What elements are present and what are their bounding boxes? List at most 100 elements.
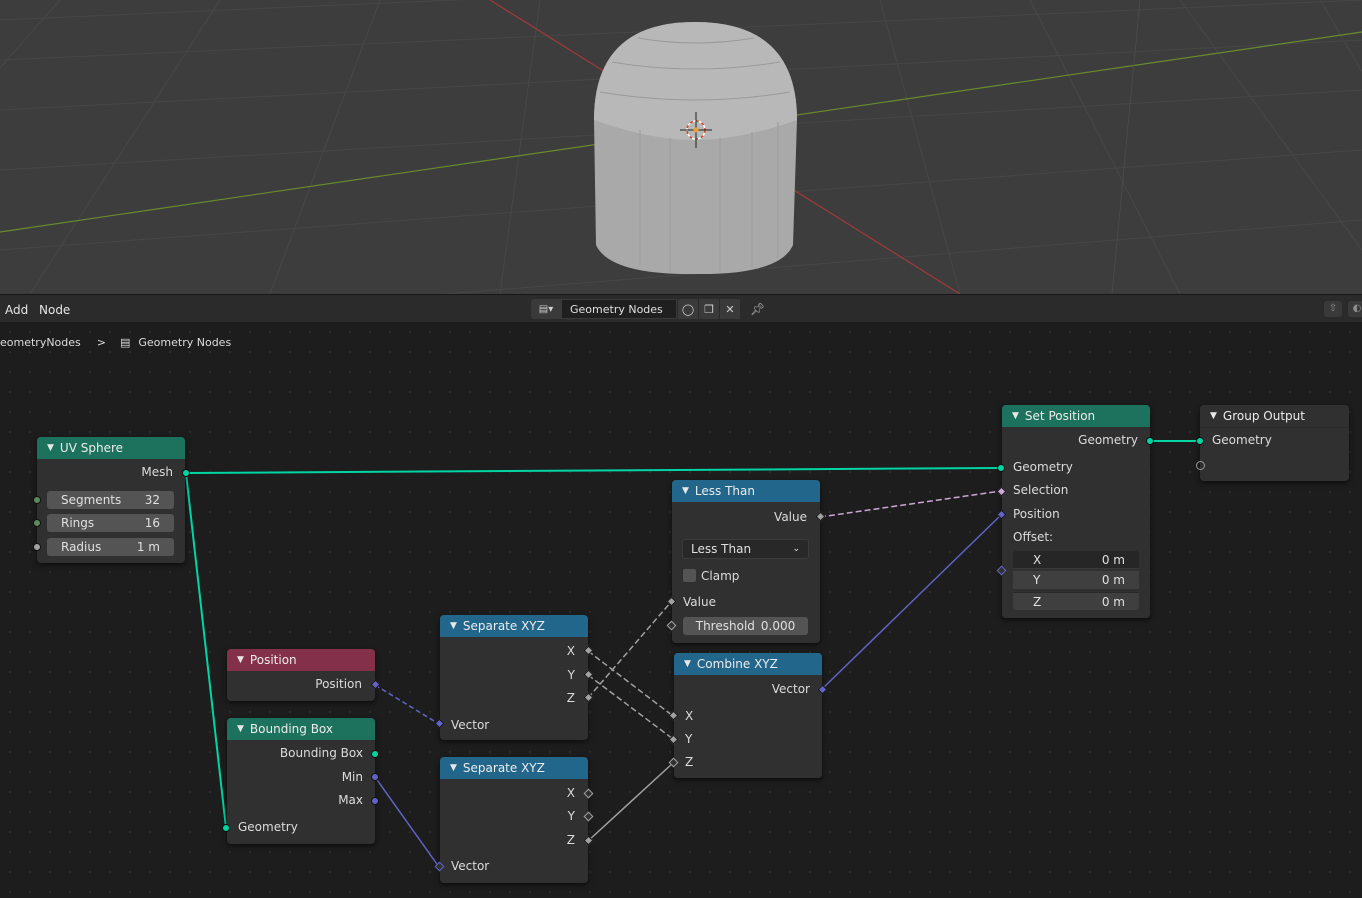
node-separate-xyz-2[interactable]: ▼ Separate XYZ X Y Z Vector (440, 757, 588, 883)
offset-y-label: Y (1033, 573, 1041, 587)
offset-x-field[interactable]: X 0 m (1013, 551, 1139, 569)
geometry-input-socket[interactable] (997, 464, 1005, 472)
node-header[interactable]: ▼ Separate XYZ (440, 615, 588, 637)
bounding-box-output-socket[interactable] (371, 750, 379, 758)
radius-label: Radius (61, 540, 102, 554)
geometry-input-socket[interactable] (222, 824, 230, 832)
geometry-output-label: Geometry (1078, 433, 1138, 447)
geometry-input-socket[interactable] (1196, 437, 1204, 445)
radius-value: 1 m (136, 540, 160, 554)
z-output-label: Z (566, 691, 575, 705)
radius-socket[interactable] (33, 543, 41, 551)
node-group-output[interactable]: ▼ Group Output Geometry (1200, 405, 1349, 481)
node-set-position[interactable]: ▼ Set Position Geometry Geometry Selectio… (1002, 405, 1150, 618)
duplicate-icon[interactable]: ❐ (698, 299, 719, 319)
geometry-input-label: Geometry (1013, 460, 1073, 474)
chevron-down-icon[interactable]: ▼ (237, 649, 244, 671)
rings-label: Rings (61, 516, 95, 530)
mesh-output-socket[interactable] (182, 469, 190, 477)
z-output-label: Z (566, 833, 575, 847)
node-header[interactable]: ▼ Set Position (1002, 405, 1150, 427)
operation-value: Less Than (691, 542, 752, 556)
y-output-label: Y (567, 809, 575, 823)
node-position[interactable]: ▼ Position Position (227, 649, 375, 701)
node-less-than[interactable]: ▼ Less Than Value Less Than ⌄ Clamp Value … (672, 480, 820, 643)
max-output-socket[interactable] (371, 797, 379, 805)
chevron-down-icon[interactable]: ▼ (237, 718, 244, 740)
max-output-label: Max (338, 793, 363, 807)
operation-dropdown[interactable]: Less Than ⌄ (682, 539, 809, 559)
threshold-field[interactable]: Threshold 0.000 (683, 617, 808, 635)
offset-z-value: 0 m (1101, 595, 1125, 609)
node-title: Group Output (1222, 409, 1305, 423)
overlay-icon[interactable]: ◐ (1348, 301, 1362, 317)
breadcrumb: eometryNodes > ▤ Geometry Nodes (0, 336, 231, 349)
node-title: Bounding Box (249, 722, 334, 736)
menu-node[interactable]: Node (39, 303, 70, 317)
breadcrumb-current[interactable]: Geometry Nodes (138, 336, 231, 349)
y-output-label: Y (567, 668, 575, 682)
chevron-down-icon[interactable]: ▼ (47, 437, 54, 459)
node-title: Set Position (1024, 409, 1096, 423)
menu-add[interactable]: Add (5, 303, 28, 317)
threshold-value: 0.000 (760, 619, 796, 633)
y-input-label: Y (685, 732, 693, 746)
chevron-down-icon[interactable]: ▼ (682, 480, 689, 502)
segments-socket[interactable] (33, 496, 41, 504)
segments-label: Segments (61, 493, 122, 507)
x-output-label: X (566, 786, 575, 800)
node-tree-icon[interactable]: ▤▾ (531, 299, 561, 319)
3d-viewport[interactable] (0, 0, 1362, 294)
node-header[interactable]: ▼ Position (227, 649, 375, 671)
rings-socket[interactable] (33, 519, 41, 527)
min-output-label: Min (341, 770, 363, 784)
clamp-checkbox[interactable] (683, 569, 696, 582)
chevron-down-icon[interactable]: ▼ (450, 615, 457, 637)
segments-value: 32 (144, 493, 160, 507)
node-header[interactable]: ▼ Separate XYZ (440, 757, 588, 779)
node-uv-sphere[interactable]: ▼ UV Sphere Mesh Segments 32 Rings 16 Radiu… (37, 437, 185, 563)
threshold-label: Threshold (695, 619, 755, 633)
chevron-down-icon[interactable]: ▼ (684, 653, 691, 675)
node-separate-xyz[interactable]: ▼ Separate XYZ X Y Z Vector (440, 615, 588, 740)
chevron-down-icon[interactable]: ▼ (1210, 405, 1217, 427)
chevron-down-icon[interactable]: ▼ (1012, 405, 1019, 427)
breadcrumb-separator: > (96, 336, 106, 349)
mesh-output-label: Mesh (141, 465, 173, 479)
node-header[interactable]: ▼ Less Than (672, 480, 820, 502)
value-input-label: Value (683, 595, 716, 609)
offset-z-label: Z (1033, 595, 1042, 609)
geometry-input-label: Geometry (238, 820, 298, 834)
offset-x-value: 0 m (1101, 553, 1125, 567)
radius-field[interactable]: Radius 1 m (47, 538, 174, 556)
offset-z-field[interactable]: Z 0 m (1013, 592, 1139, 610)
offset-y-value: 0 m (1101, 573, 1125, 587)
close-icon[interactable]: ✕ (719, 299, 740, 319)
chevron-down-icon[interactable]: ▼ (450, 757, 457, 779)
shield-icon[interactable]: ◯ (677, 299, 698, 319)
node-combine-xyz[interactable]: ▼ Combine XYZ Vector X Y Z (674, 653, 822, 778)
selection-input-label: Selection (1013, 483, 1069, 497)
geometry-output-socket[interactable] (1146, 437, 1154, 445)
breadcrumb-parent[interactable]: eometryNodes (0, 336, 81, 349)
parent-icon[interactable]: ⇧ (1324, 301, 1342, 317)
node-header[interactable]: ▼ UV Sphere (37, 437, 185, 459)
rings-value: 16 (144, 516, 160, 530)
node-header[interactable]: ▼ Bounding Box (227, 718, 375, 740)
min-output-socket[interactable] (371, 773, 379, 781)
position-output-label: Position (315, 677, 362, 691)
node-bounding-box[interactable]: ▼ Bounding Box Bounding Box Min Max Geome… (227, 718, 375, 844)
offset-y-field[interactable]: Y 0 m (1013, 571, 1139, 589)
viewport-scene (0, 0, 1362, 294)
rings-field[interactable]: Rings 16 (47, 514, 174, 532)
node-header[interactable]: ▼ Combine XYZ (674, 653, 822, 675)
offset-x-label: X (1033, 553, 1042, 567)
node-tree-name[interactable]: Geometry Nodes (561, 299, 677, 319)
node-header[interactable]: ▼ Group Output (1200, 405, 1349, 428)
node-title: Separate XYZ (462, 761, 545, 775)
segments-field[interactable]: Segments 32 (47, 491, 174, 509)
node-title: UV Sphere (59, 441, 124, 455)
node-tree-icon: ▤ (119, 336, 131, 349)
empty-input-socket[interactable] (1196, 461, 1205, 470)
pin-icon[interactable]: 📌︎ (750, 302, 765, 316)
